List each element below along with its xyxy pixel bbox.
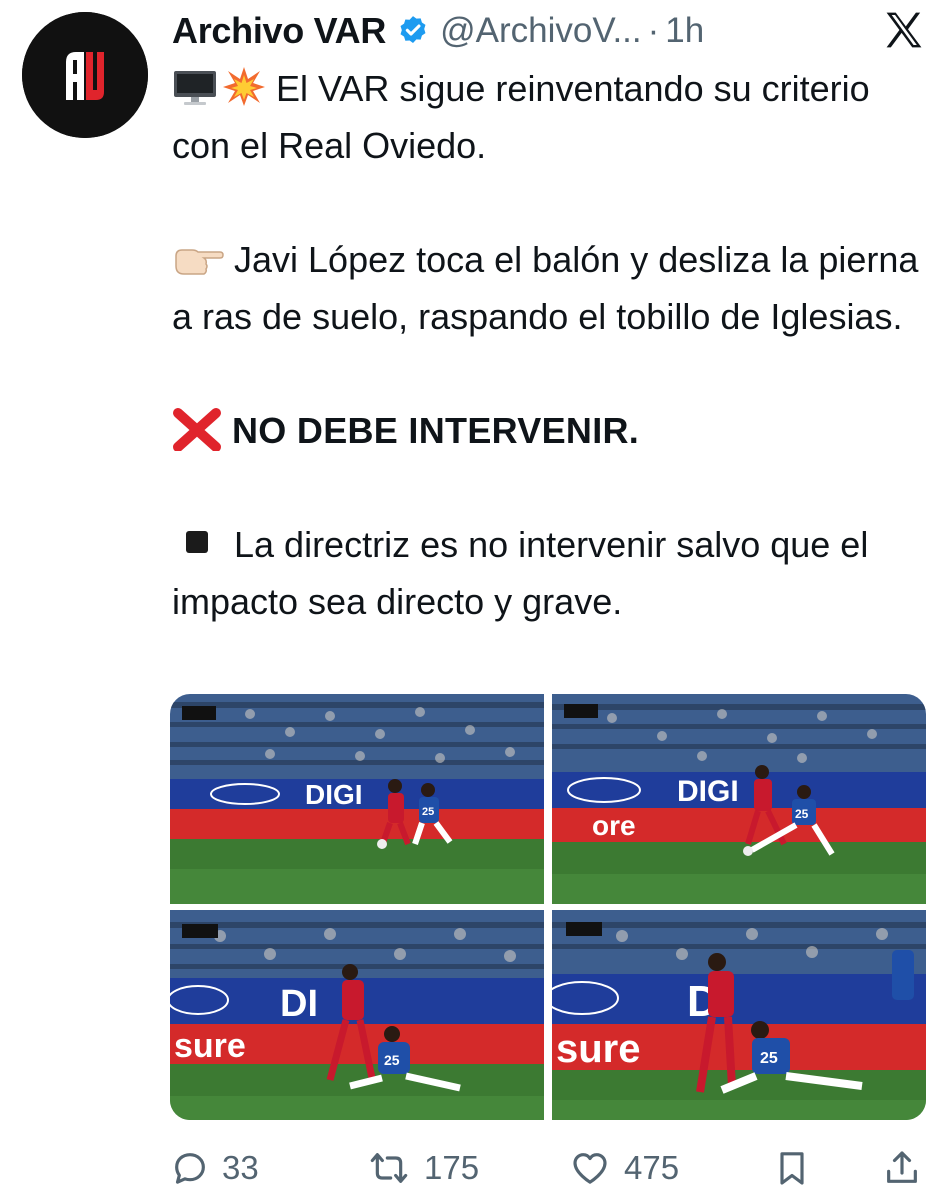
repost-count: 175 (424, 1149, 480, 1186)
ad-text: sure (556, 1027, 641, 1071)
media-image-bottom-left[interactable]: DI sure 25 (170, 910, 544, 1120)
author-name[interactable]: Archivo VAR (172, 10, 386, 52)
tweet-line-4-text: La directriz es no intervenir salvo que … (172, 524, 869, 622)
cross-mark-emoji (173, 408, 221, 451)
avatar[interactable] (22, 12, 148, 138)
board-text: DIGI (305, 779, 363, 810)
media-grid[interactable]: DIGI 25 DIGI ore 25 DI sure 25 D sure 25 (170, 694, 926, 1120)
tweet-line-4: La directriz es no intervenir salvo que … (172, 516, 932, 630)
collision-emoji (223, 67, 265, 106)
repost-button[interactable]: 175 (366, 1140, 479, 1196)
tweet-time[interactable]: 1h (665, 11, 704, 51)
tweet-header: Archivo VAR @ArchivoV... · 1h (172, 4, 704, 58)
svg-text:25: 25 (422, 806, 434, 818)
ad-text: sure (174, 1027, 246, 1065)
verified-badge-icon (400, 16, 426, 44)
reply-button[interactable]: 33 (170, 1140, 259, 1196)
share-icon (887, 1151, 917, 1183)
separator-dot: · (647, 11, 660, 50)
share-button[interactable] (882, 1140, 934, 1196)
media-image-top-left[interactable]: DIGI 25 (170, 694, 544, 904)
bookmark-icon (780, 1152, 804, 1185)
football-frame: D sure 25 (552, 910, 926, 1120)
board-text: DI (280, 983, 318, 1025)
desktop-computer-emoji (174, 71, 216, 105)
svg-text:25: 25 (760, 1050, 778, 1067)
media-image-bottom-right[interactable]: D sure 25 (552, 910, 926, 1120)
reply-count: 33 (222, 1149, 259, 1186)
tweet-line-3: NO DEBE INTERVENIR. (172, 402, 932, 459)
like-count: 475 (624, 1149, 680, 1186)
author-handle[interactable]: @ArchivoV... (440, 11, 642, 51)
x-logo-icon[interactable] (882, 8, 926, 52)
tweet-line-2-text: Javi López toca el balón y desliza la pi… (172, 239, 919, 337)
ad-text: ore (592, 810, 636, 841)
svg-text:25: 25 (384, 1052, 400, 1068)
bookmark-button[interactable] (772, 1140, 824, 1196)
reply-icon (175, 1153, 205, 1184)
like-button[interactable]: 475 (568, 1140, 679, 1196)
svg-text:25: 25 (795, 807, 809, 821)
football-frame: DI sure 25 (170, 910, 544, 1120)
tweet-line-2: Javi López toca el balón y desliza la pi… (172, 231, 932, 345)
board-text: DIGI (677, 775, 739, 808)
heart-icon (573, 1153, 607, 1184)
pointing-right-emoji (175, 249, 224, 275)
tweet-line-3-text: NO DEBE INTERVENIR. (232, 410, 640, 451)
repost-icon (370, 1153, 408, 1183)
tweet-text: El VAR sigue reinventando su criterio co… (172, 60, 932, 630)
football-frame: DIGI 25 (170, 694, 544, 904)
tweet-line-1-text: El VAR sigue reinventando su criterio co… (172, 68, 870, 166)
football-frame: DIGI ore 25 (552, 694, 926, 904)
tweet-line-1: El VAR sigue reinventando su criterio co… (172, 60, 932, 174)
tweet-action-bar: 33 175 475 (170, 1140, 926, 1196)
media-image-top-right[interactable]: DIGI ore 25 (552, 694, 926, 904)
black-square-emoji (186, 531, 208, 553)
archivo-var-logo (22, 12, 148, 138)
